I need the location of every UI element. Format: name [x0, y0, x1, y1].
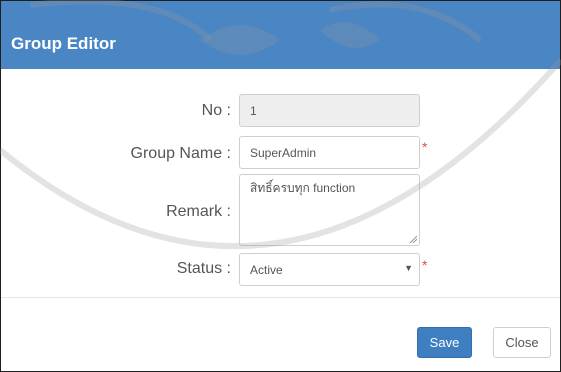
no-field: 1 [239, 94, 420, 127]
group-name-label: Group Name : [130, 145, 231, 162]
close-button[interactable]: Close [493, 327, 551, 358]
no-label: No : [201, 102, 231, 119]
status-selected-value: Active [250, 262, 283, 277]
group-name-input[interactable]: SuperAdmin [239, 136, 420, 169]
dialog-title: Group Editor [11, 34, 116, 53]
footer-divider [1, 297, 560, 298]
status-required-mark: * [422, 257, 428, 273]
remark-label: Remark : [166, 203, 231, 220]
status-label: Status : [176, 260, 231, 277]
group-name-required-mark: * [422, 139, 428, 155]
status-select[interactable]: Active ▼ [239, 253, 420, 286]
group-editor-dialog: Group Editor No : 1 Group Name : SuperAd… [0, 0, 561, 372]
remark-textarea[interactable]: สิทธิ์ครบทุก function [239, 174, 420, 246]
save-button[interactable]: Save [417, 327, 472, 358]
dialog-header: Group Editor [1, 1, 560, 69]
resize-handle-icon[interactable] [409, 235, 417, 243]
chevron-down-icon: ▼ [404, 263, 413, 273]
remark-text: สิทธิ์ครบทุก function [250, 181, 356, 195]
